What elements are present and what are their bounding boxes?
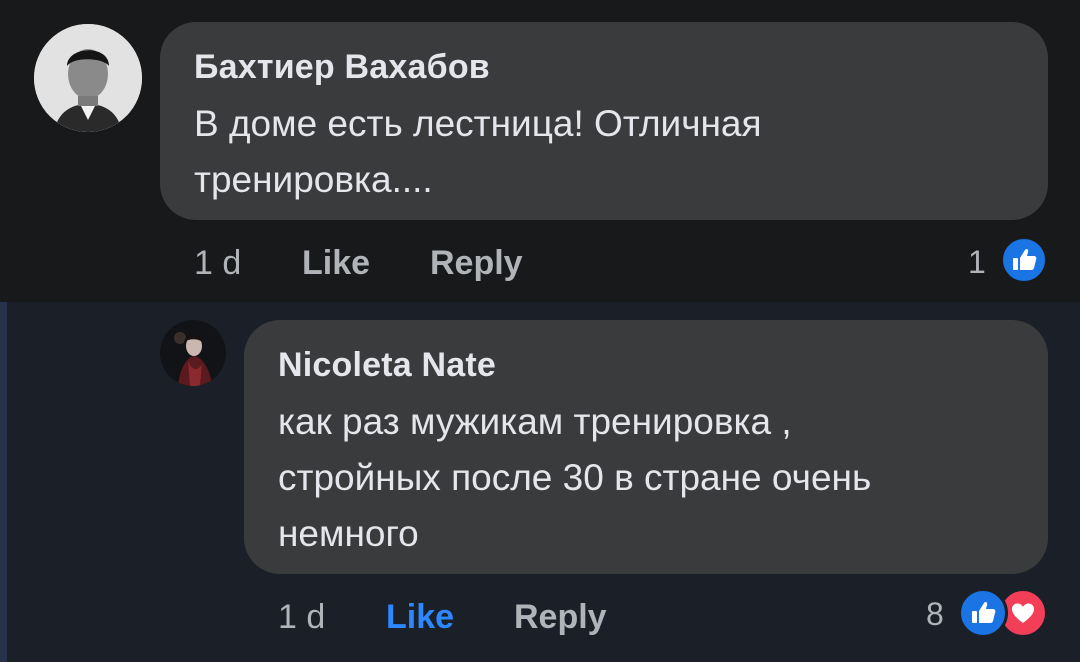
comment-author[interactable]: Бахтиер Вахабов bbox=[194, 48, 490, 87]
comment-timestamp[interactable]: 1 d bbox=[194, 244, 241, 283]
comment-text: как раз мужикам тренировка , стройных по… bbox=[278, 394, 871, 562]
comment-text-line: тренировка.... bbox=[194, 159, 433, 200]
like-button[interactable]: Like bbox=[386, 598, 454, 637]
comment-author[interactable]: Nicoleta Nate bbox=[278, 346, 496, 385]
comment-text-line: немного bbox=[278, 513, 419, 554]
reply-button[interactable]: Reply bbox=[430, 244, 523, 283]
comment-timestamp[interactable]: 1 d bbox=[278, 598, 325, 637]
comment-bubble: Nicoleta Nate как раз мужикам тренировка… bbox=[244, 320, 1048, 574]
reaction-count[interactable]: 1 bbox=[968, 244, 986, 281]
comment-text-line: стройных после 30 в стране очень bbox=[278, 457, 872, 498]
reply-thread-indicator bbox=[0, 302, 7, 662]
avatar[interactable] bbox=[34, 24, 142, 132]
comment-text-line: В доме есть лестница! Отличная bbox=[194, 103, 762, 144]
reply-button[interactable]: Reply bbox=[514, 598, 607, 637]
comment-bubble: Бахтиер Вахабов В доме есть лестница! От… bbox=[160, 22, 1048, 220]
like-button[interactable]: Like bbox=[302, 244, 370, 283]
avatar[interactable] bbox=[160, 320, 226, 386]
like-reaction-icon[interactable] bbox=[958, 588, 1008, 638]
comment-text: В доме есть лестница! Отличная тренировк… bbox=[194, 96, 762, 208]
comment-text-line: как раз мужикам тренировка , bbox=[278, 401, 792, 442]
reaction-count[interactable]: 8 bbox=[926, 596, 944, 633]
like-reaction-icon[interactable] bbox=[1000, 236, 1048, 284]
